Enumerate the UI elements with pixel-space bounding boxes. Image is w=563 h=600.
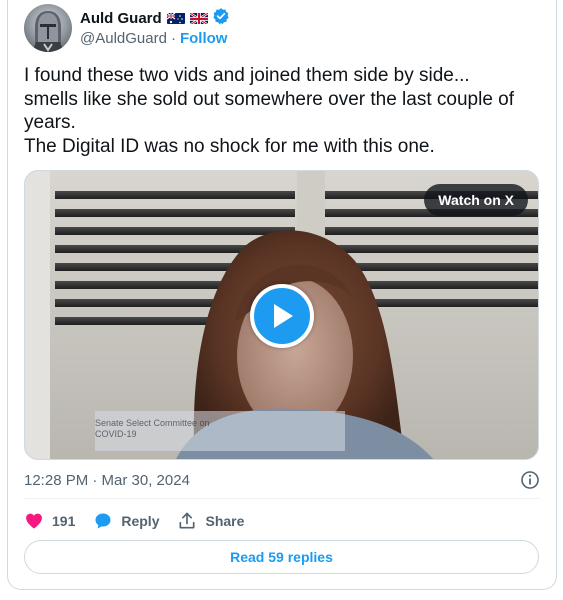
info-icon[interactable]: [520, 470, 540, 495]
tweet-header: Auld Guard @AuldGuard · Follow: [24, 4, 230, 52]
play-icon: [274, 304, 293, 328]
divider: [24, 498, 540, 499]
play-button[interactable]: [250, 284, 314, 348]
caption-line-1: Senate Select Committee on: [95, 418, 210, 428]
knight-helmet-icon: [32, 11, 64, 52]
video-player[interactable]: Senate Select Committee on COVID-19 Watc…: [24, 170, 539, 460]
separator-dot: ·: [170, 29, 176, 47]
like-count: 191: [52, 513, 76, 529]
name-row: Auld Guard: [80, 7, 230, 30]
display-name[interactable]: Auld Guard: [80, 10, 162, 27]
follow-button[interactable]: Follow: [180, 30, 228, 47]
video-caption: Senate Select Committee on COVID-19: [95, 418, 255, 440]
read-replies-button[interactable]: Read 59 replies: [24, 540, 539, 574]
like-button[interactable]: 191: [24, 511, 75, 531]
reply-bubble-icon: [93, 511, 113, 531]
share-label: Share: [205, 513, 245, 529]
australia-flag-icon: [166, 12, 185, 24]
avatar[interactable]: [24, 4, 72, 52]
reply-button[interactable]: Reply: [93, 511, 159, 531]
caption-line-2: COVID-19: [95, 429, 137, 439]
author-info: Auld Guard @AuldGuard · Follow: [80, 7, 230, 48]
tweet-timestamp[interactable]: 12:28 PM · Mar 30, 2024: [24, 472, 190, 489]
share-button[interactable]: Share: [177, 511, 244, 531]
watch-on-x-button[interactable]: Watch on X: [424, 184, 528, 216]
action-bar: 191 Reply Share: [24, 508, 262, 534]
tweet-text: I found these two vids and joined them s…: [24, 65, 515, 157]
tweet-card: Auld Guard @AuldGuard · Follow I found t…: [7, 0, 557, 590]
handle-row: @AuldGuard · Follow: [80, 28, 230, 48]
reply-label: Reply: [121, 513, 160, 529]
verified-badge-icon: [212, 7, 230, 30]
uk-flag-icon: [189, 12, 208, 24]
handle[interactable]: @AuldGuard: [80, 30, 167, 47]
share-icon: [177, 511, 197, 531]
heart-icon: [24, 511, 44, 531]
